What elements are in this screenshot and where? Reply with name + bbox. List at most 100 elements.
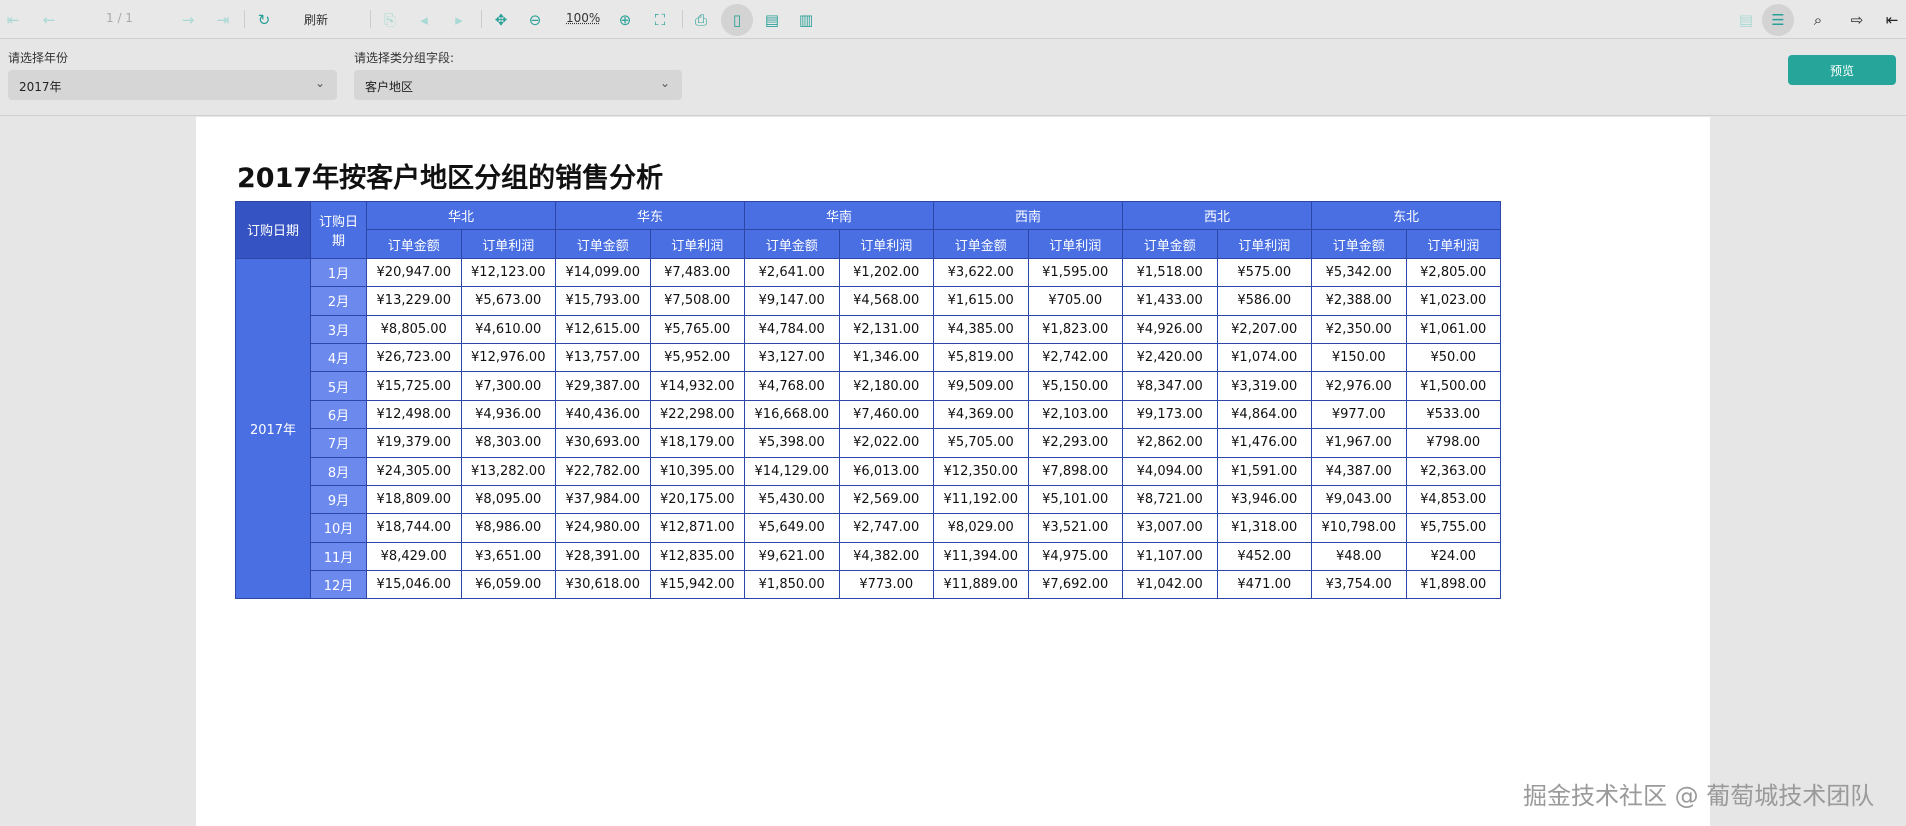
preview-button[interactable]: 预览 [1788, 55, 1896, 85]
value-cell: ¥4,926.00 [1122, 314, 1218, 344]
value-cell: ¥18,809.00 [366, 484, 462, 515]
value-cell: ¥12,498.00 [366, 399, 462, 430]
value-cell: ¥4,975.00 [1027, 541, 1123, 572]
header-region: 东北 [1311, 200, 1501, 231]
value-cell: ¥2,022.00 [838, 428, 934, 458]
month-cell: 3月 [310, 314, 367, 344]
export-out-icon[interactable]: ⇨ [1844, 7, 1870, 33]
value-cell: ¥4,094.00 [1122, 456, 1218, 486]
value-cell: ¥2,862.00 [1122, 428, 1218, 458]
last-page-icon[interactable]: ⇥ [210, 7, 236, 33]
value-cell: ¥773.00 [838, 570, 934, 600]
prev-page-icon[interactable]: ← [36, 7, 62, 33]
header-order-date: 订购日期 [235, 201, 311, 259]
header-metric: 订单金额 [366, 229, 462, 259]
table-row: 3月 ¥8,805.00 ¥4,610.00 ¥12,615.00 ¥5,765.00 ¥… [236, 314, 1501, 344]
value-cell: ¥2,805.00 [1405, 257, 1501, 288]
prev-section-icon[interactable]: ◂ [411, 7, 437, 33]
value-cell: ¥24,980.00 [555, 513, 651, 543]
group-field-select[interactable]: 客户地区 ⌄ [354, 70, 682, 100]
next-section-icon[interactable]: ▸ [446, 7, 472, 33]
value-cell: ¥4,387.00 [1311, 456, 1407, 486]
value-cell: ¥14,932.00 [649, 371, 745, 401]
header-metric: 订单金额 [744, 229, 840, 259]
value-cell: ¥9,509.00 [933, 371, 1029, 401]
value-cell: ¥5,765.00 [649, 314, 745, 344]
print-icon[interactable]: ⎙ [688, 7, 714, 33]
value-cell: ¥14,099.00 [555, 257, 651, 288]
next-page-icon[interactable]: → [175, 7, 201, 33]
watermark: 掘金技术社区 @ 葡萄城技术团队 [1523, 782, 1875, 810]
zoom-out-icon[interactable]: ⊖ [522, 7, 548, 33]
value-cell: ¥2,420.00 [1122, 342, 1218, 373]
value-cell: ¥1,595.00 [1027, 257, 1123, 288]
header-metric: 订单利润 [838, 229, 934, 259]
single-page-view-icon[interactable]: ▯ [721, 4, 753, 36]
value-cell: ¥26,723.00 [366, 342, 462, 373]
search-icon[interactable]: ⌕ [1805, 7, 1831, 33]
value-cell: ¥8,429.00 [366, 541, 462, 572]
value-cell: ¥5,705.00 [933, 428, 1029, 458]
value-cell: ¥1,967.00 [1311, 428, 1407, 458]
parameters-panel: 请选择年份 2017年 ⌄ 请选择类分组字段: 客户地区 ⌄ [0, 40, 1906, 116]
value-cell: ¥150.00 [1311, 342, 1407, 373]
header-metric: 订单金额 [555, 229, 651, 259]
value-cell: ¥4,853.00 [1405, 484, 1501, 515]
first-page-icon[interactable]: ⇤ [0, 7, 26, 33]
document-icon[interactable]: ▤ [1733, 7, 1759, 33]
header-metric: 订单利润 [649, 229, 745, 259]
value-cell: ¥1,107.00 [1122, 541, 1218, 572]
value-cell: ¥977.00 [1311, 399, 1407, 430]
value-cell: ¥5,952.00 [649, 342, 745, 373]
year-select[interactable]: 2017年 ⌄ [8, 70, 337, 100]
header-region: 西南 [933, 200, 1123, 231]
value-cell: ¥4,610.00 [460, 314, 556, 344]
value-cell: ¥4,768.00 [744, 371, 840, 401]
value-cell: ¥8,986.00 [460, 513, 556, 543]
value-cell: ¥2,103.00 [1027, 399, 1123, 430]
value-cell: ¥586.00 [1216, 286, 1312, 316]
value-cell: ¥4,784.00 [744, 314, 840, 344]
value-cell: ¥3,622.00 [933, 257, 1029, 288]
value-cell: ¥2,388.00 [1311, 286, 1407, 316]
toggle-panel-icon[interactable]: ⇤ [1879, 7, 1905, 33]
value-cell: ¥11,192.00 [933, 484, 1029, 515]
value-cell: ¥2,293.00 [1027, 428, 1123, 458]
value-cell: ¥1,591.00 [1216, 456, 1312, 486]
value-cell: ¥13,757.00 [555, 342, 651, 373]
value-cell: ¥37,984.00 [555, 484, 651, 515]
value-cell: ¥2,350.00 [1311, 314, 1407, 344]
fullscreen-icon[interactable]: ⛶ [647, 7, 673, 33]
value-cell: ¥20,175.00 [649, 484, 745, 515]
month-cell: 1月 [310, 257, 367, 288]
table-row: 6月 ¥12,498.00 ¥4,936.00 ¥40,436.00 ¥22,298.0… [236, 399, 1501, 430]
table-row: 2017年 1月 ¥20,947.00 ¥12,123.00 ¥14,099.00 ¥7,… [235, 257, 1501, 600]
zoom-level[interactable]: 100% [566, 11, 600, 25]
export-icon[interactable]: ⎘ [377, 7, 403, 33]
zoom-in-icon[interactable]: ⊕ [612, 7, 638, 33]
pan-icon[interactable]: ✥ [488, 7, 514, 33]
refresh-icon[interactable]: ↻ [251, 7, 277, 33]
month-cell: 8月 [310, 456, 367, 486]
report-title: 2017年按客户地区分组的销售分析 [237, 163, 664, 194]
header-row-metrics: 订单金额 订单利润 订单金额 订单利润 订单金额 订单利润 订单金额 订单利润 订单金额 订单利润… [236, 229, 1501, 259]
value-cell: ¥22,782.00 [555, 456, 651, 486]
value-cell: ¥8,095.00 [460, 484, 556, 515]
galley-view-icon[interactable]: ▥ [793, 7, 819, 33]
value-cell: ¥24.00 [1405, 541, 1501, 572]
toolbar: ⇤ ← 1 / 1 → ⇥ ↻ 刷新 ⎘ ◂ ▸ ✥ ⊖ 100% ⊕ ⛶ ⎙ … [0, 0, 1906, 39]
value-cell: ¥705.00 [1027, 286, 1123, 316]
value-cell: ¥9,043.00 [1311, 484, 1407, 515]
refresh-button[interactable]: 刷新 [304, 11, 328, 28]
continuous-view-icon[interactable]: ▤ [759, 7, 785, 33]
value-cell: ¥3,319.00 [1216, 371, 1312, 401]
value-cell: ¥9,173.00 [1122, 399, 1218, 430]
value-cell: ¥12,123.00 [460, 257, 556, 288]
table-row: 12月 ¥15,046.00 ¥6,059.00 ¥30,618.00 ¥15,942.… [236, 570, 1501, 600]
value-cell: ¥13,229.00 [366, 286, 462, 316]
value-cell: ¥3,127.00 [744, 342, 840, 373]
header-metric: 订单金额 [1311, 229, 1407, 259]
table-row: 5月 ¥15,725.00 ¥7,300.00 ¥29,387.00 ¥14,932.0… [236, 371, 1501, 401]
table-row: 9月 ¥18,809.00 ¥8,095.00 ¥37,984.00 ¥20,175.0… [236, 484, 1501, 515]
parameters-icon[interactable]: ☰ [1762, 4, 1794, 36]
